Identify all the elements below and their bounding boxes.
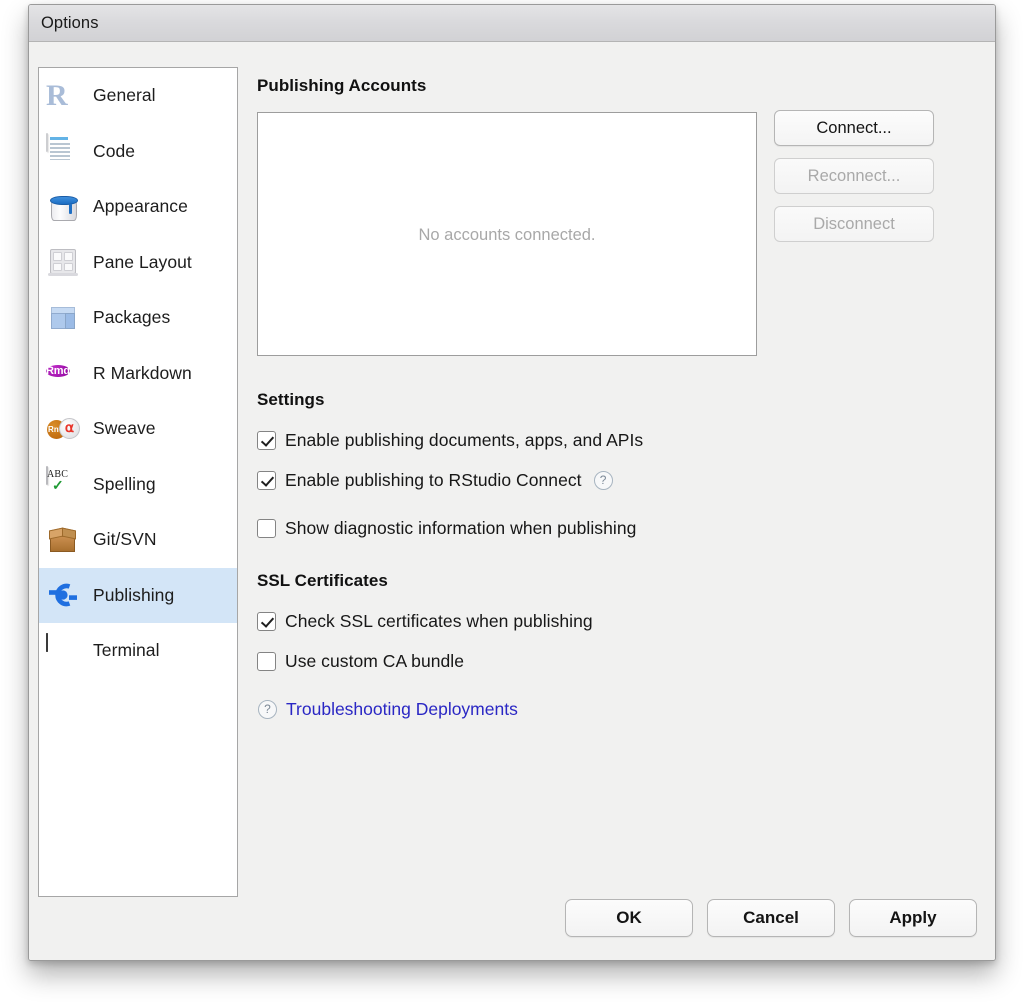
settings-heading: Settings — [257, 390, 325, 409]
accounts-empty-message: No accounts connected. — [418, 226, 596, 244]
sidebar-item-r-markdown[interactable]: Rmd R Markdown — [39, 346, 237, 402]
options-dialog: Options R General Code Appearance Pane L… — [28, 4, 996, 961]
publishing-settings-pane: Publishing Accounts No accounts connecte… — [257, 42, 995, 960]
show-diagnostics-row[interactable]: Show diagnostic information when publish… — [257, 518, 636, 539]
sidebar-item-label: R Markdown — [93, 362, 192, 383]
abc-checkmark-icon: ABC ✓ — [46, 466, 80, 501]
r-logo-glyph: R — [46, 78, 68, 112]
code-document-icon — [46, 133, 80, 168]
sidebar-item-label: Terminal — [93, 640, 160, 661]
terminal-square-icon — [46, 632, 80, 668]
show-diagnostics-checkbox[interactable] — [257, 519, 276, 538]
r-logo-icon: R — [46, 79, 80, 113]
sweave-rnw-pdf-icon: Rnw ⍺ — [46, 412, 80, 446]
enable-publishing-docs-label: Enable publishing documents, apps, and A… — [285, 430, 644, 450]
apply-button[interactable]: Apply — [849, 899, 977, 937]
paint-can-icon — [46, 190, 80, 224]
sidebar-item-label: General — [93, 85, 156, 106]
dialog-title: Options — [41, 14, 99, 32]
use-custom-ca-checkbox[interactable] — [257, 652, 276, 671]
checkmark-glyph: ✓ — [52, 477, 64, 494]
rmd-glyph: Rmd — [46, 365, 70, 378]
dialog-footer: OK Cancel Apply — [565, 899, 977, 937]
sidebar-item-terminal[interactable]: Terminal — [39, 623, 237, 679]
sidebar-item-sweave[interactable]: Rnw ⍺ Sweave — [39, 401, 237, 457]
sidebar-item-packages[interactable]: Packages — [39, 290, 237, 346]
sidebar-item-publishing[interactable]: Publishing — [39, 567, 237, 623]
sidebar-item-label: Git/SVN — [93, 529, 157, 550]
sidebar-item-label: Code — [93, 140, 136, 161]
sidebar-item-label: Sweave — [93, 418, 156, 439]
sidebar-item-appearance[interactable]: Appearance — [39, 179, 237, 235]
enable-rstudio-connect-row[interactable]: Enable publishing to RStudio Connect ? — [257, 470, 613, 491]
check-ssl-row[interactable]: Check SSL certificates when publishing — [257, 611, 593, 632]
options-category-list[interactable]: R General Code Appearance Pane Layout Pa… — [38, 67, 238, 897]
troubleshooting-deployments-link[interactable]: Troubleshooting Deployments — [286, 699, 518, 720]
connect-button[interactable]: Connect... — [774, 110, 934, 146]
help-icon[interactable]: ? — [593, 471, 613, 490]
check-ssl-label: Check SSL certificates when publishing — [285, 611, 593, 631]
publishing-accounts-list[interactable]: No accounts connected. — [257, 112, 757, 356]
enable-rstudio-connect-label: Enable publishing to RStudio Connect — [285, 470, 582, 490]
pane-grid-icon — [46, 245, 80, 279]
sidebar-item-label: Packages — [93, 307, 171, 328]
sidebar-item-label: Publishing — [93, 584, 175, 605]
publishing-swoosh-icon — [46, 578, 80, 612]
show-diagnostics-label: Show diagnostic information when publish… — [285, 518, 637, 538]
enable-publishing-docs-checkbox[interactable] — [257, 431, 276, 450]
cube-box-icon — [46, 301, 80, 335]
sidebar-item-pane-layout[interactable]: Pane Layout — [39, 235, 237, 291]
sidebar-item-general[interactable]: R General — [39, 68, 237, 124]
sidebar-item-code[interactable]: Code — [39, 124, 237, 180]
help-icon[interactable]: ? — [258, 700, 277, 719]
check-ssl-checkbox[interactable] — [257, 612, 276, 631]
account-actions: Connect... Reconnect... Disconnect — [774, 110, 934, 254]
dialog-body: R General Code Appearance Pane Layout Pa… — [29, 42, 995, 960]
pdf-glyph: ⍺ — [59, 417, 80, 439]
sidebar-item-label: Appearance — [93, 196, 188, 217]
sidebar-item-label: Pane Layout — [93, 251, 192, 272]
ssl-certificates-heading: SSL Certificates — [257, 571, 388, 590]
enable-publishing-docs-row[interactable]: Enable publishing documents, apps, and A… — [257, 430, 643, 451]
screen-root: Options R General Code Appearance Pane L… — [0, 0, 1024, 1005]
cancel-button[interactable]: Cancel — [707, 899, 835, 937]
ok-button[interactable]: OK — [565, 899, 693, 937]
sidebar-item-git-svn[interactable]: Git/SVN — [39, 512, 237, 568]
troubleshooting-link-row[interactable]: ? Troubleshooting Deployments — [258, 699, 518, 720]
sidebar-item-spelling[interactable]: ABC ✓ Spelling — [39, 457, 237, 513]
cardboard-box-icon — [46, 523, 80, 557]
rmd-circle-icon: Rmd — [46, 356, 80, 390]
reconnect-button[interactable]: Reconnect... — [774, 158, 934, 194]
use-custom-ca-row[interactable]: Use custom CA bundle — [257, 651, 464, 672]
dialog-titlebar: Options — [29, 5, 995, 42]
enable-rstudio-connect-checkbox[interactable] — [257, 471, 276, 490]
publishing-accounts-heading: Publishing Accounts — [257, 76, 427, 95]
disconnect-button[interactable]: Disconnect — [774, 206, 934, 242]
sidebar-item-label: Spelling — [93, 473, 156, 494]
use-custom-ca-label: Use custom CA bundle — [285, 651, 465, 671]
